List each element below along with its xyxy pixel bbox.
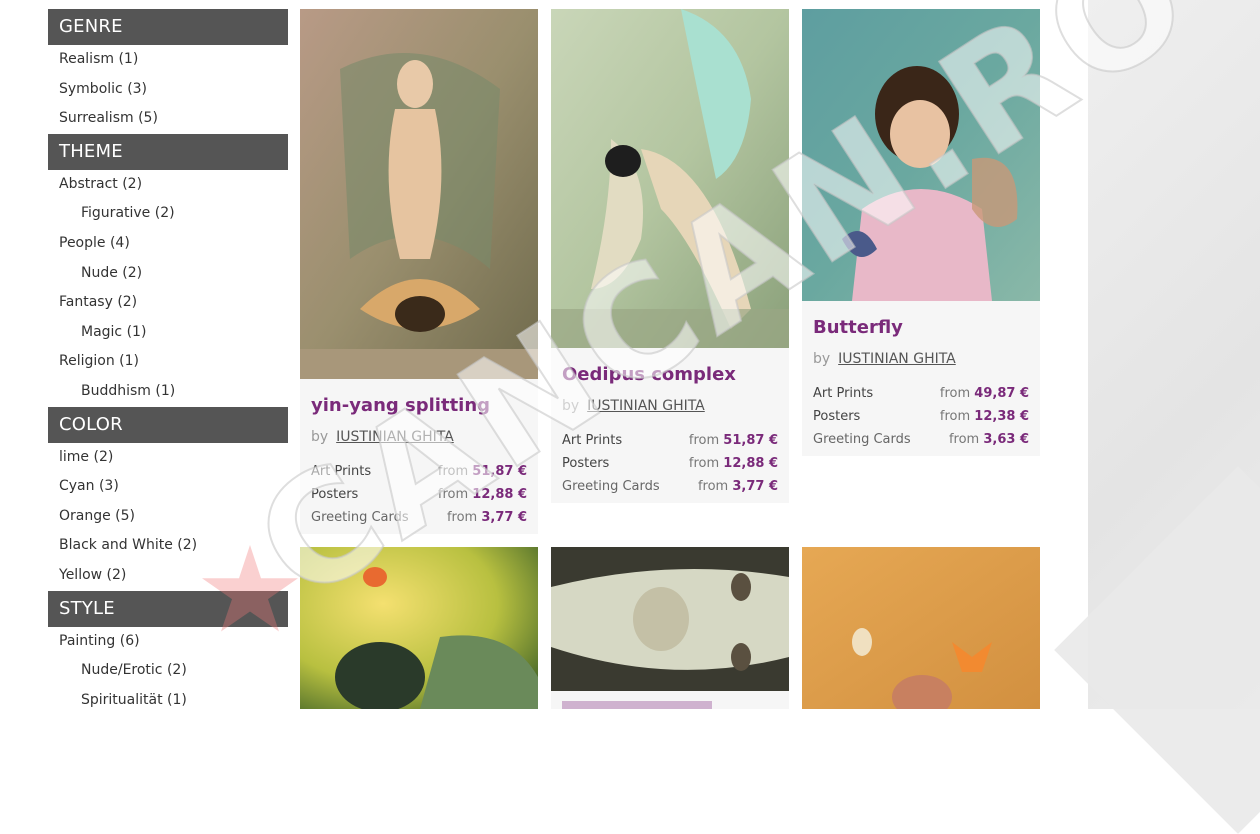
filter-subitem[interactable]: Magic (1) <box>48 318 288 348</box>
product-type: Art Prints <box>311 464 372 479</box>
product-type: Posters <box>562 456 610 471</box>
filter-item[interactable]: lime (2) <box>48 443 288 473</box>
product-type: Greeting Cards <box>813 432 911 447</box>
product-price: from 12,88 € <box>437 487 527 502</box>
filter-item[interactable]: Painting (6) <box>48 627 288 657</box>
filter-item[interactable]: Symbolic (3) <box>48 75 288 105</box>
product-type: Posters <box>311 487 359 502</box>
artwork-card <box>551 547 789 709</box>
artwork-image[interactable] <box>551 9 789 348</box>
filter-section-genre: GENRE Realism (1) Symbolic (3) Surrealis… <box>48 9 288 134</box>
artwork-title[interactable]: Butterfly <box>813 317 903 338</box>
artwork-card: Oedipus complex by IUSTINIAN GHITA Art Pr… <box>551 9 789 503</box>
product-type: Posters <box>813 409 861 424</box>
filter-item[interactable]: Fantasy (2) <box>48 288 288 318</box>
product-price: from 12,38 € <box>939 409 1029 424</box>
filter-subitem[interactable]: Spiritualität (1) <box>48 686 288 716</box>
filter-item[interactable]: Abstract (2) <box>48 170 288 200</box>
price-row[interactable]: Art Prints from 49,87 € <box>813 382 1029 405</box>
filter-subitem[interactable]: Nude (2) <box>48 259 288 289</box>
product-price: from 3,77 € <box>446 510 527 525</box>
filter-item[interactable]: People (4) <box>48 229 288 259</box>
by-label: by <box>813 351 831 367</box>
product-price: from 12,88 € <box>688 456 778 471</box>
product-type: Art Prints <box>813 386 874 401</box>
price-row[interactable]: Posters from 12,88 € <box>311 483 527 506</box>
artwork-card <box>300 547 538 709</box>
artist-link[interactable]: IUSTINIAN GHITA <box>587 398 705 414</box>
product-type: Greeting Cards <box>311 510 409 525</box>
artist-byline: by IUSTINIAN GHITA <box>813 351 956 367</box>
filter-section-theme: THEME Abstract (2) Figurative (2) People… <box>48 133 288 407</box>
product-price: from 3,63 € <box>948 432 1029 447</box>
product-price: from 49,87 € <box>939 386 1029 401</box>
price-row[interactable]: Greeting Cards from 3,77 € <box>311 506 527 529</box>
artwork-title[interactable]: Oedipus complex <box>562 364 736 385</box>
product-price: from 51,87 € <box>688 433 778 448</box>
price-list: Art Prints from 51,87 € Posters from 12,88… <box>562 429 778 498</box>
artwork-title[interactable]: yin-yang splitting <box>311 395 490 416</box>
product-price: from 51,87 € <box>437 464 527 479</box>
artwork-image[interactable] <box>300 9 538 379</box>
price-row[interactable]: Greeting Cards from 3,63 € <box>813 428 1029 451</box>
artwork-card: Butterfly by IUSTINIAN GHITA Art Prints fr… <box>802 9 1040 456</box>
filter-subitem[interactable]: Buddhism (1) <box>48 377 288 407</box>
price-row[interactable]: Posters from 12,88 € <box>562 452 778 475</box>
filter-subitem[interactable]: Nude/Erotic (2) <box>48 656 288 686</box>
artwork-card <box>802 547 1040 709</box>
artist-byline: by IUSTINIAN GHITA <box>562 398 705 414</box>
artist-byline: by IUSTINIAN GHITA <box>311 429 454 445</box>
section-header: GENRE <box>48 9 288 45</box>
artwork-image[interactable] <box>300 547 538 709</box>
product-type: Greeting Cards <box>562 479 660 494</box>
price-list: Art Prints from 51,87 € Posters from 12,88… <box>311 460 527 529</box>
filter-subitem[interactable]: Figurative (2) <box>48 199 288 229</box>
section-header: COLOR <box>48 406 288 443</box>
product-type: Art Prints <box>562 433 623 448</box>
price-list: Art Prints from 49,87 € Posters from 12,38… <box>813 382 1029 451</box>
page-background-panel <box>1054 0 1260 834</box>
filter-item[interactable]: Religion (1) <box>48 347 288 377</box>
filter-item[interactable]: Realism (1) <box>48 45 288 75</box>
artwork-card: yin-yang splitting by IUSTINIAN GHITA Art… <box>300 9 538 534</box>
section-header: THEME <box>48 133 288 170</box>
artist-link[interactable]: IUSTINIAN GHITA <box>336 429 454 445</box>
artwork-image[interactable] <box>802 9 1040 301</box>
artwork-image[interactable] <box>802 547 1040 709</box>
price-row[interactable]: Posters from 12,38 € <box>813 405 1029 428</box>
filter-item[interactable]: Cyan (3) <box>48 472 288 502</box>
filter-item[interactable]: Surrealism (5) <box>48 104 288 134</box>
by-label: by <box>311 429 329 445</box>
artwork-image[interactable] <box>551 547 789 691</box>
by-label: by <box>562 398 580 414</box>
artist-link[interactable]: IUSTINIAN GHITA <box>838 351 956 367</box>
filter-item[interactable]: Orange (5) <box>48 502 288 532</box>
product-price: from 3,77 € <box>697 479 778 494</box>
price-row[interactable]: Greeting Cards from 3,77 € <box>562 475 778 498</box>
artwork-title-partial[interactable] <box>562 701 712 709</box>
price-row[interactable]: Art Prints from 51,87 € <box>311 460 527 483</box>
price-row[interactable]: Art Prints from 51,87 € <box>562 429 778 452</box>
